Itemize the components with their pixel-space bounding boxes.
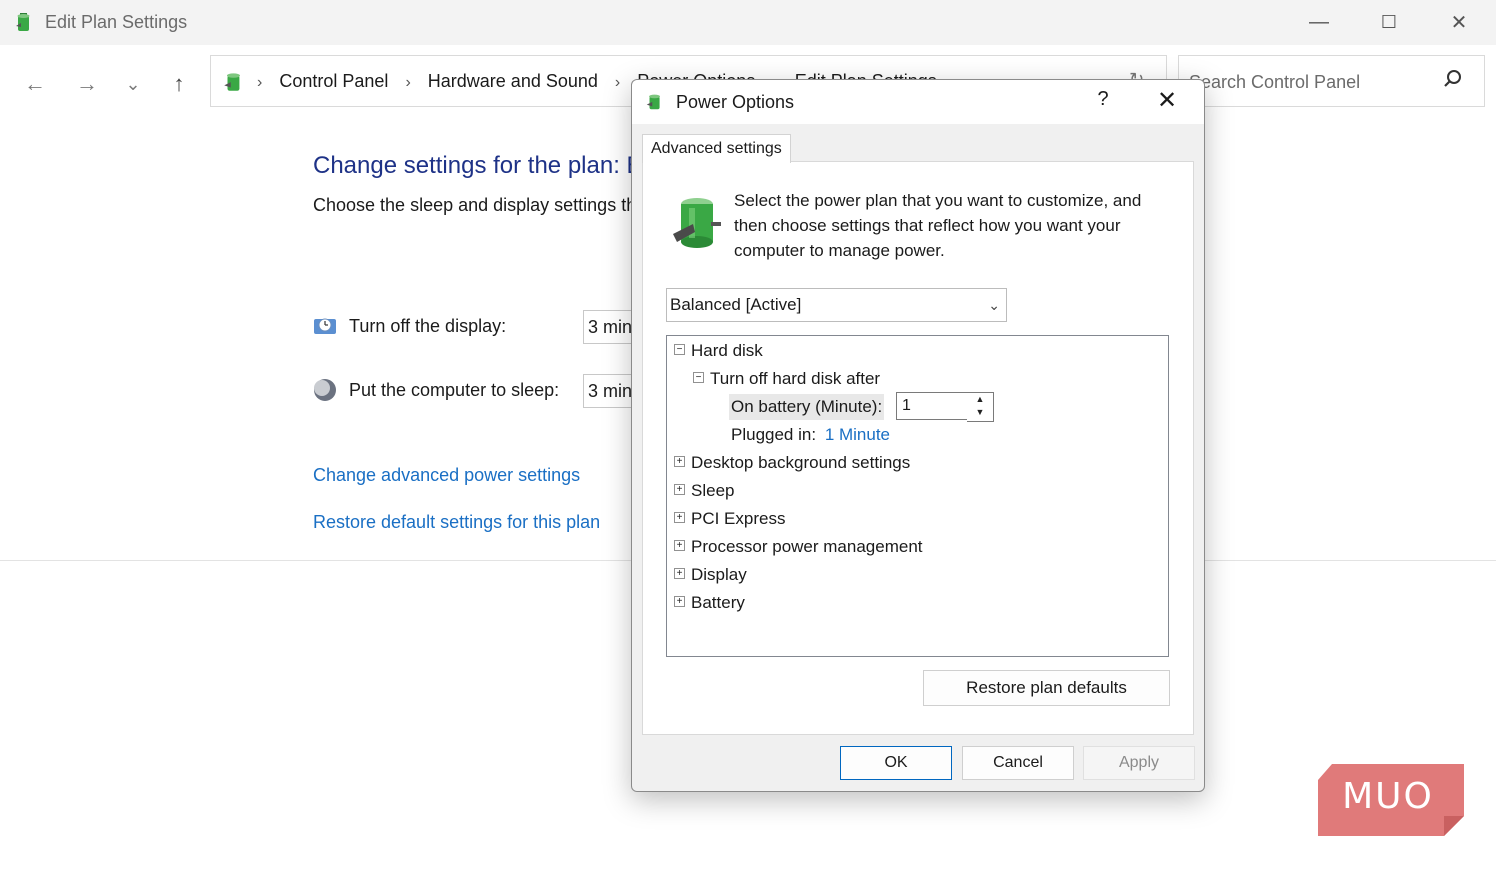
tree-node-label: PCI Express xyxy=(691,509,786,528)
power-options-icon xyxy=(646,94,661,110)
ok-button[interactable]: OK xyxy=(840,746,952,780)
power-plan-select[interactable]: Balanced [Active] ⌄ xyxy=(666,288,1007,322)
help-button[interactable]: ? xyxy=(1088,88,1118,111)
expand-icon[interactable]: + xyxy=(674,568,685,580)
expand-icon[interactable]: + xyxy=(674,540,685,552)
tree-node-on-battery[interactable]: On battery (Minute): xyxy=(729,394,885,420)
tree-node-display[interactable]: + Display xyxy=(674,562,747,588)
expand-icon[interactable]: + xyxy=(674,484,685,496)
tree-node-label: Battery xyxy=(691,593,745,612)
expand-icon[interactable]: + xyxy=(674,512,685,524)
advanced-settings-panel: Select the power plan that you want to c… xyxy=(642,161,1194,735)
breadcrumb-separator-icon: › xyxy=(257,74,263,91)
breadcrumb-separator-icon: › xyxy=(405,74,411,91)
tree-node-hard-disk[interactable]: − Hard disk xyxy=(674,338,763,364)
search-box[interactable]: Search Control Panel xyxy=(1178,55,1485,107)
tree-node-label: Display xyxy=(691,565,747,584)
tab-advanced-settings[interactable]: Advanced settings xyxy=(642,134,791,163)
breadcrumb-hardware-and-sound[interactable]: Hardware and Sound xyxy=(428,71,598,91)
dialog-close-button[interactable]: ✕ xyxy=(1152,86,1182,115)
tree-node-label: Desktop background settings xyxy=(691,453,911,472)
sleep-label: Put the computer to sleep: xyxy=(349,380,560,400)
window-title: Edit Plan Settings xyxy=(45,12,188,32)
close-button[interactable]: ✕ xyxy=(1424,0,1494,45)
tree-node-plugged-in[interactable]: Plugged in: 1 Minute xyxy=(731,422,890,448)
restore-default-settings-link[interactable]: Restore default settings for this plan xyxy=(313,512,600,533)
collapse-icon[interactable]: − xyxy=(674,344,685,356)
tree-node-desktop-background[interactable]: + Desktop background settings xyxy=(674,450,910,476)
settings-tree[interactable]: − Hard disk − Turn off hard disk after On … xyxy=(666,335,1169,657)
display-monitor-icon xyxy=(314,318,336,334)
battery-plug-icon xyxy=(673,198,721,248)
muo-watermark-logo: MUO xyxy=(1318,764,1464,836)
control-panel-icon xyxy=(224,73,240,91)
sleep-moon-icon xyxy=(314,379,336,401)
apply-button[interactable]: Apply xyxy=(1083,746,1195,780)
restore-plan-defaults-button[interactable]: Restore plan defaults xyxy=(923,670,1170,706)
dialog-title-bar: Power Options ? ✕ xyxy=(632,80,1204,124)
on-battery-minutes-input[interactable]: 1 xyxy=(896,392,973,420)
power-options-dialog: Power Options ? ✕ Advanced settings Sele… xyxy=(631,79,1205,792)
search-input[interactable]: Search Control Panel xyxy=(1189,72,1360,93)
window-title-bar: Edit Plan Settings — ☐ ✕ xyxy=(0,0,1496,46)
cancel-button[interactable]: Cancel xyxy=(962,746,1074,780)
tree-node-processor-power[interactable]: + Processor power management xyxy=(674,534,923,560)
tree-node-battery[interactable]: + Battery xyxy=(674,590,745,616)
breadcrumb-separator-icon: › xyxy=(614,74,621,91)
tree-node-label: Hard disk xyxy=(691,341,763,360)
recent-locations-chevron-icon[interactable]: ⌄ xyxy=(118,69,148,99)
change-advanced-power-settings-link[interactable]: Change advanced power settings xyxy=(313,465,580,486)
expand-icon[interactable]: + xyxy=(674,456,685,468)
tree-node-label: Processor power management xyxy=(691,537,923,556)
on-battery-label: On battery (Minute): xyxy=(731,397,883,416)
dialog-title: Power Options xyxy=(676,92,795,112)
plugged-in-label: Plugged in: xyxy=(731,425,817,444)
on-battery-spinner[interactable]: ▲ ▼ xyxy=(967,392,994,422)
tree-node-label: Turn off hard disk after xyxy=(710,369,881,388)
spin-up-icon[interactable]: ▲ xyxy=(967,393,993,406)
maximize-button[interactable]: ☐ xyxy=(1354,0,1424,45)
tree-node-sleep[interactable]: + Sleep xyxy=(674,478,734,504)
collapse-icon[interactable]: − xyxy=(693,372,704,384)
expand-icon[interactable]: + xyxy=(674,596,685,608)
display-label: Turn off the display: xyxy=(349,316,507,336)
back-arrow-icon[interactable]: ← xyxy=(20,69,50,99)
power-plan-selected-value: Balanced [Active] xyxy=(670,295,802,314)
chevron-down-icon: ⌄ xyxy=(988,297,1000,313)
search-icon[interactable] xyxy=(1442,68,1464,90)
breadcrumb-control-panel[interactable]: Control Panel xyxy=(279,71,388,91)
tree-node-turn-off-hard-disk-after[interactable]: − Turn off hard disk after xyxy=(693,366,880,392)
tree-node-label: Sleep xyxy=(691,481,735,500)
tree-node-pci-express[interactable]: + PCI Express xyxy=(674,506,785,532)
minimize-button[interactable]: — xyxy=(1284,0,1354,45)
power-options-app-icon xyxy=(16,13,30,31)
up-arrow-icon[interactable]: ↑ xyxy=(164,69,194,99)
plugged-in-value-link[interactable]: 1 Minute xyxy=(825,425,890,444)
dialog-description: Select the power plan that you want to c… xyxy=(734,191,1142,260)
spin-down-icon[interactable]: ▼ xyxy=(967,406,993,419)
forward-arrow-icon[interactable]: → xyxy=(72,69,102,99)
muo-logo-text: MUO xyxy=(1342,776,1434,817)
